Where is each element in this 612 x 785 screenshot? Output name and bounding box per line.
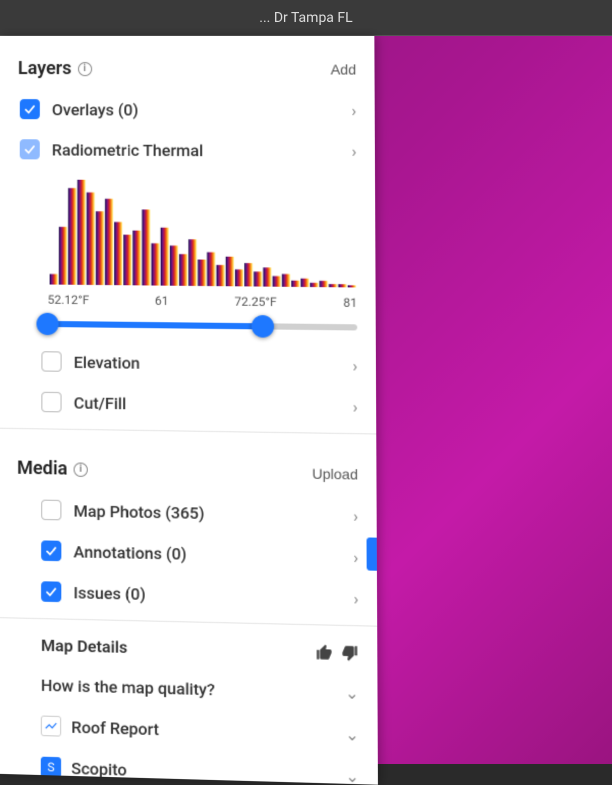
scopito-icon: S [41,757,61,778]
chevron-down-icon[interactable]: ⌄ [335,724,359,744]
elevation-label: Elevation [74,352,343,375]
layers-title: Layers i [18,58,92,79]
thumbs-up-icon[interactable] [315,642,334,661]
issues-checkbox[interactable] [41,581,61,602]
info-icon[interactable]: i [74,462,88,477]
chevron-right-icon[interactable]: › [342,355,357,375]
radiometric-row[interactable]: Radiometric Thermal › [0,129,375,171]
map-details-title: Map Details [41,635,315,661]
chevron-right-icon[interactable]: › [343,547,358,567]
overlays-row[interactable]: Overlays (0) › [0,89,375,130]
chevron-right-icon[interactable]: › [341,100,356,119]
scopito-label: Scopito [71,758,335,785]
add-layer-button[interactable]: Add [331,61,357,77]
chevron-right-icon[interactable]: › [342,396,357,416]
radiometric-checkbox[interactable] [20,139,40,159]
layers-section-head: Layers i Add [0,36,375,90]
issues-row[interactable]: Issues (0) › [0,570,377,619]
map-photos-row[interactable]: Map Photos (365) › [0,489,377,537]
range-ticks: 52.12°F 61 72.25°F 81 [48,291,358,315]
cutfill-checkbox[interactable] [41,392,61,413]
range-handle-high[interactable] [251,315,274,338]
roof-report-label: Roof Report [71,717,335,744]
topbar: ... Dr Tampa FL [0,0,612,36]
thermal-histogram [50,176,358,290]
side-panel: Layers i Add Overlays (0) › Radiometric … [0,36,378,785]
elevation-row[interactable]: Elevation › [0,341,376,387]
chevron-down-icon[interactable]: ⌄ [335,683,359,703]
media-title: Media i [17,457,88,480]
annotations-label: Annotations (0) [74,542,344,567]
media-section-head: Media i Upload [0,435,377,495]
map-photos-checkbox[interactable] [41,500,61,521]
info-icon[interactable]: i [78,62,92,76]
issues-label: Issues (0) [73,582,343,607]
chevron-down-icon[interactable]: ⌄ [335,765,359,784]
thermal-range: 52.12°F 61 72.25°F 81 [48,291,358,331]
chevron-right-icon[interactable]: › [343,588,358,608]
project-title: ... Dr Tampa FL [259,10,352,26]
thumbs-down-icon[interactable] [340,643,359,662]
range-handle-low[interactable] [36,313,58,336]
upload-button[interactable]: Upload [312,465,358,482]
cutfill-label: Cut/Fill [74,393,343,416]
panel-collapse-tab[interactable] [367,537,379,570]
radiometric-label: Radiometric Thermal [52,140,342,160]
chevron-right-icon[interactable]: › [341,141,356,160]
overlays-label: Overlays (0) [52,100,341,120]
map-quality-label: How is the map quality? [41,675,335,702]
map-photos-label: Map Photos (365) [74,501,343,525]
overlays-checkbox[interactable] [20,99,40,119]
roof-report-icon [41,716,61,737]
divider [0,428,376,435]
cutfill-row[interactable]: Cut/Fill › [0,381,376,427]
annotations-checkbox[interactable] [41,540,61,561]
chevron-right-icon[interactable]: › [343,506,358,526]
range-track[interactable] [48,321,358,331]
elevation-checkbox[interactable] [41,351,61,372]
range-fill [48,321,263,330]
